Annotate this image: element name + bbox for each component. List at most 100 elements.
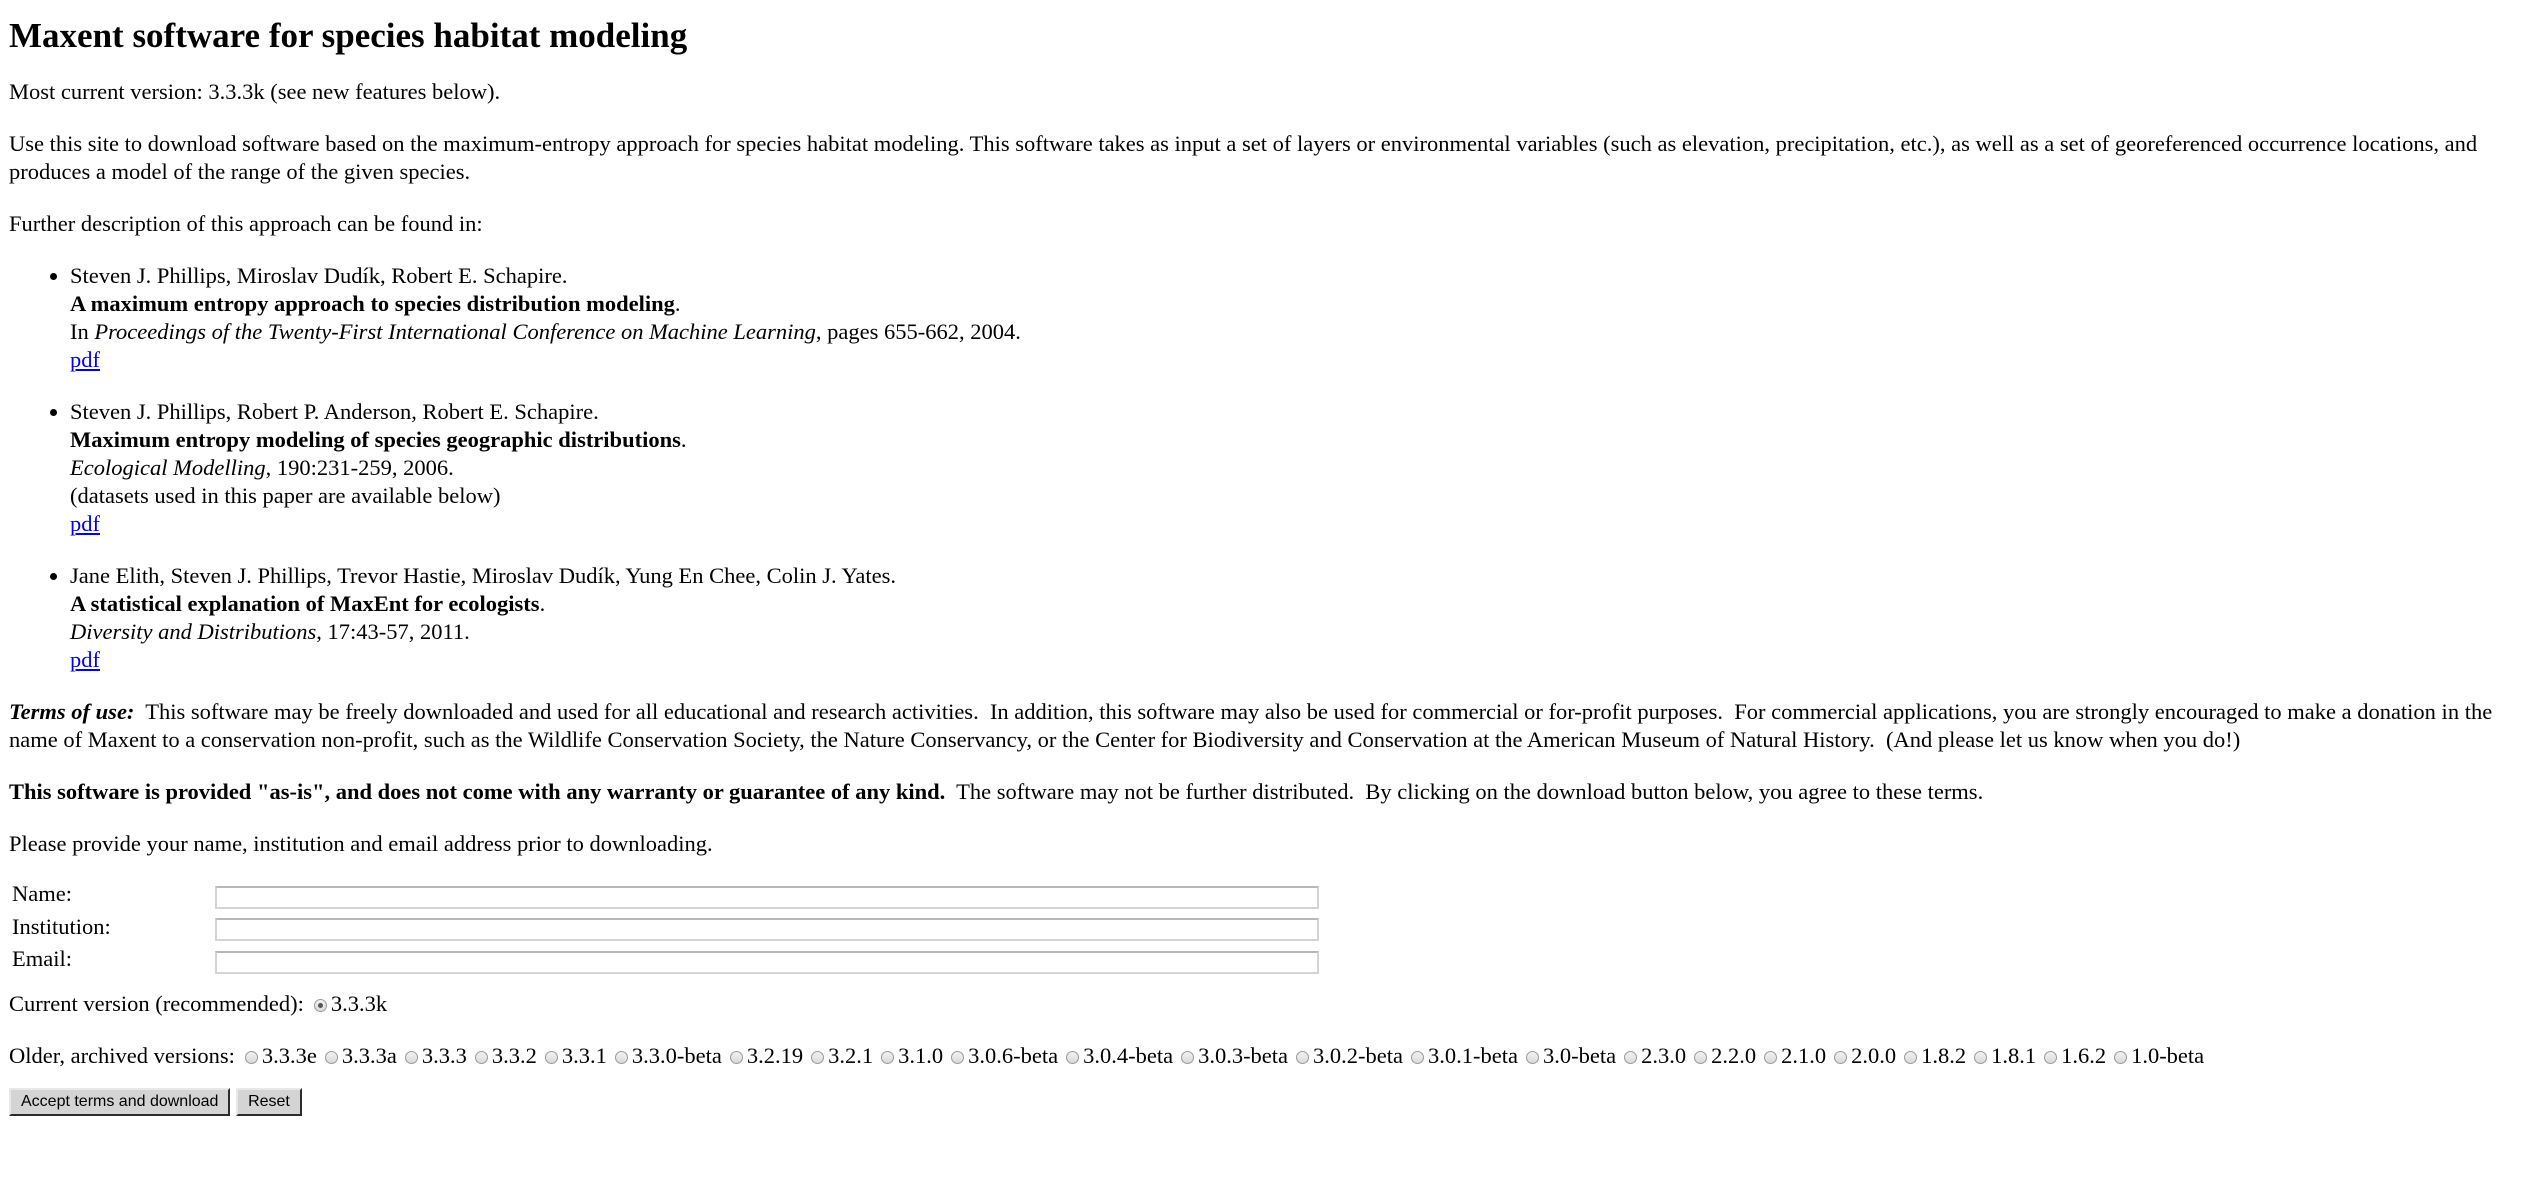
archived-version-option[interactable]: 1.8.1 bbox=[1967, 1043, 2037, 1068]
pdf-link[interactable]: pdf bbox=[70, 647, 100, 672]
archived-version-radio[interactable] bbox=[1181, 1050, 1195, 1064]
email-label: Email: bbox=[12, 946, 72, 972]
archived-version-label: 3.3.2 bbox=[491, 1042, 537, 1068]
institution-field[interactable] bbox=[215, 918, 1319, 941]
archived-version-radio[interactable] bbox=[2044, 1050, 2058, 1064]
archived-version-label: 3.3.1 bbox=[561, 1042, 607, 1068]
pdf-link[interactable]: pdf bbox=[70, 511, 100, 536]
archived-version-label: 3.0.6-beta bbox=[968, 1042, 1059, 1068]
current-version-option-label: 3.3.3k bbox=[330, 990, 388, 1016]
accept-download-button[interactable]: Accept terms and download bbox=[9, 1087, 231, 1116]
name-label: Name: bbox=[12, 881, 72, 907]
reference-authors: Steven J. Phillips, Miroslav Dudík, Robe… bbox=[70, 263, 568, 288]
reference-venue: Ecological Modelling bbox=[70, 455, 266, 480]
archived-version-radio[interactable] bbox=[1525, 1050, 1539, 1064]
download-form: Name: Institution: Email: bbox=[8, 876, 1323, 978]
page: Maxent software for species habitat mode… bbox=[0, 0, 2538, 1116]
archived-version-radio[interactable] bbox=[1066, 1050, 1080, 1064]
archived-version-radio[interactable] bbox=[614, 1050, 628, 1064]
reference-authors: Jane Elith, Steven J. Phillips, Trevor H… bbox=[70, 563, 897, 588]
archived-version-label: 3.3.3a bbox=[341, 1042, 397, 1068]
archived-version-option[interactable]: 3.0.6-beta bbox=[944, 1043, 1059, 1068]
current-version-line: Most current version: 3.3.3k (see new fe… bbox=[9, 79, 501, 104]
institution-label: Institution: bbox=[12, 913, 111, 939]
warranty-disclaimer: This software is provided "as-is", and d… bbox=[9, 779, 946, 804]
reference-title: A maximum entropy approach to species di… bbox=[70, 291, 675, 316]
reference-venue-details: , 190:231-259, 2006. bbox=[265, 455, 454, 480]
archived-version-radio[interactable] bbox=[1904, 1050, 1918, 1064]
pdf-link[interactable]: pdf bbox=[70, 347, 100, 372]
archived-version-radio[interactable] bbox=[324, 1050, 338, 1064]
archived-version-option[interactable]: 3.3.3a bbox=[318, 1043, 398, 1068]
archived-version-radio[interactable] bbox=[811, 1050, 825, 1064]
archived-version-radio[interactable] bbox=[404, 1050, 418, 1064]
archived-version-radio[interactable] bbox=[1764, 1050, 1778, 1064]
archived-version-radio[interactable] bbox=[1296, 1050, 1310, 1064]
archived-version-option[interactable]: 3.2.1 bbox=[804, 1043, 874, 1068]
archived-version-option[interactable]: 3.3.0-beta bbox=[608, 1043, 723, 1068]
archived-version-label: 3.0.3-beta bbox=[1198, 1042, 1289, 1068]
archived-version-option[interactable]: 3.3.3 bbox=[398, 1043, 468, 1068]
archived-version-option[interactable]: 3.3.3e bbox=[235, 1043, 318, 1068]
archived-version-option[interactable]: 3.3.1 bbox=[538, 1043, 608, 1068]
name-field[interactable] bbox=[215, 885, 1319, 909]
archived-version-label: 3.3.3 bbox=[421, 1042, 467, 1068]
reference-venue-details: , pages 655-662, 2004. bbox=[815, 319, 1021, 344]
archived-version-radio[interactable] bbox=[474, 1050, 488, 1064]
archived-version-option[interactable]: 1.8.2 bbox=[1897, 1043, 1967, 1068]
archived-version-radio[interactable] bbox=[729, 1050, 743, 1064]
archived-version-option[interactable]: 3.0-beta bbox=[1519, 1043, 1617, 1068]
archived-version-option[interactable]: 3.1.0 bbox=[874, 1043, 944, 1068]
archived-version-radio[interactable] bbox=[2114, 1050, 2128, 1064]
reset-button[interactable]: Reset bbox=[236, 1087, 302, 1116]
reference-list: Steven J. Phillips, Miroslav Dudík, Robe… bbox=[9, 262, 2529, 674]
archived-version-option[interactable]: 3.0.3-beta bbox=[1174, 1043, 1289, 1068]
archived-version-label: 3.0.1-beta bbox=[1428, 1042, 1518, 1068]
archived-version-radio[interactable] bbox=[544, 1050, 558, 1064]
archived-version-option[interactable]: 3.0.1-beta bbox=[1404, 1043, 1519, 1068]
archived-version-label: 3.2.19 bbox=[746, 1042, 804, 1068]
archived-version-label: 3.0-beta bbox=[1542, 1042, 1617, 1068]
archived-version-label: 1.6.2 bbox=[2061, 1042, 2107, 1068]
archived-version-label: 3.3.0-beta bbox=[631, 1042, 722, 1068]
reference-venue: Proceedings of the Twenty-First Internat… bbox=[94, 319, 816, 344]
archived-version-label: 3.0.2-beta bbox=[1313, 1042, 1403, 1068]
archived-version-option[interactable]: 3.2.19 bbox=[723, 1043, 804, 1068]
reference-title-end: . bbox=[680, 427, 687, 452]
archived-version-label: 2.2.0 bbox=[1711, 1042, 1757, 1068]
terms-label: Terms of use: bbox=[9, 699, 135, 724]
archived-version-radio[interactable] bbox=[881, 1050, 895, 1064]
archived-version-option[interactable]: 3.0.2-beta bbox=[1289, 1043, 1404, 1068]
archived-version-label: 2.3.0 bbox=[1641, 1042, 1687, 1068]
archived-version-option[interactable]: 1.6.2 bbox=[2037, 1043, 2107, 1068]
terms-text: This software may be freely downloaded a… bbox=[9, 699, 2498, 752]
archived-version-radio[interactable] bbox=[1694, 1050, 1708, 1064]
archived-version-option[interactable]: 1.0-beta bbox=[2107, 1043, 2205, 1068]
archived-version-option[interactable]: 3.0.4-beta bbox=[1059, 1043, 1174, 1068]
archived-version-option[interactable]: 2.1.0 bbox=[1757, 1043, 1827, 1068]
archived-version-radio[interactable] bbox=[1974, 1050, 1988, 1064]
archived-version-radio[interactable] bbox=[1624, 1050, 1638, 1064]
terms-paragraph: Terms of use: This software may be freel… bbox=[9, 698, 2529, 754]
warranty-text: The software may not be further distribu… bbox=[945, 779, 1984, 804]
archived-version-option[interactable]: 3.3.2 bbox=[468, 1043, 538, 1068]
archived-version-option[interactable]: 2.3.0 bbox=[1617, 1043, 1687, 1068]
email-field[interactable] bbox=[215, 950, 1319, 974]
reference-venue: Diversity and Distributions bbox=[70, 619, 317, 644]
archived-version-radio[interactable] bbox=[951, 1050, 965, 1064]
archived-version-option[interactable]: 2.0.0 bbox=[1827, 1043, 1897, 1068]
reference-note: (datasets used in this paper are availab… bbox=[70, 483, 501, 508]
archived-version-option[interactable]: 2.2.0 bbox=[1687, 1043, 1757, 1068]
reference-item: Steven J. Phillips, Robert P. Anderson, … bbox=[70, 398, 2529, 538]
archived-version-label: 1.8.1 bbox=[1991, 1042, 2037, 1068]
form-buttons: Accept terms and download Reset bbox=[9, 1087, 2529, 1116]
current-version-radio[interactable] bbox=[313, 998, 327, 1012]
archived-versions-row: Older, archived versions: 3.3.3e 3.3.3a 3.3… bbox=[9, 1042, 2529, 1070]
archived-version-label: 3.2.1 bbox=[828, 1042, 874, 1068]
reference-item: Steven J. Phillips, Miroslav Dudík, Robe… bbox=[70, 262, 2529, 374]
archived-version-radio[interactable] bbox=[244, 1050, 258, 1064]
reference-item: Jane Elith, Steven J. Phillips, Trevor H… bbox=[70, 562, 2529, 674]
archived-version-radio[interactable] bbox=[1834, 1050, 1848, 1064]
archived-version-radio[interactable] bbox=[1411, 1050, 1424, 1064]
archived-version-label: 3.0.4-beta bbox=[1083, 1042, 1174, 1068]
